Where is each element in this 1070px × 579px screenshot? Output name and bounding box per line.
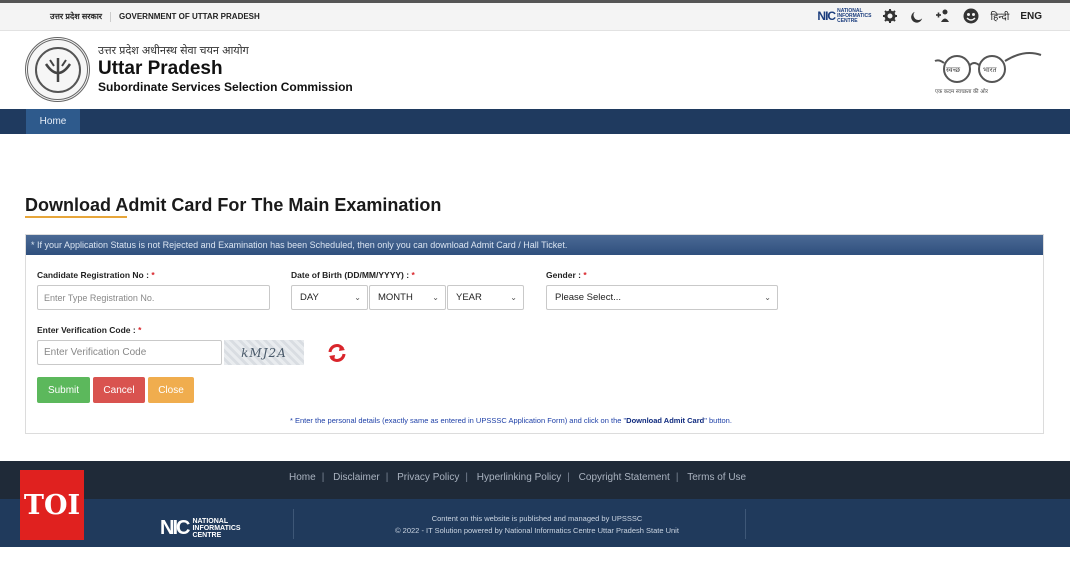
nic-footer-logo[interactable]: NIC NATIONAL INFORMATICS CENTRE xyxy=(160,517,241,540)
lang-english-link[interactable]: ENG xyxy=(1020,11,1042,22)
footer-credits: Content on this website is published and… xyxy=(395,514,679,535)
status-notice: * If your Application Status is not Reje… xyxy=(26,235,1043,255)
main-nav: Home xyxy=(0,109,1070,134)
lang-hindi-link[interactable]: हिन्दी xyxy=(990,9,1009,23)
top-bar: उत्तर प्रदेश सरकार GOVERNMENT OF UTTAR PR… xyxy=(0,0,1070,31)
gov-english-link[interactable]: GOVERNMENT OF UTTAR PRADESH xyxy=(119,12,260,21)
registration-label: Candidate Registration No : * xyxy=(37,270,155,280)
chevron-down-icon: ⌄ xyxy=(354,293,361,302)
verification-code-label: Enter Verification Code : * xyxy=(37,325,142,335)
footer-link-copyright[interactable]: Copyright Statement xyxy=(579,472,670,483)
nic-logo-small[interactable]: NIC NATIONAL INFORMATICS CENTRE xyxy=(817,8,871,24)
gov-links: उत्तर प्रदेश सरकार GOVERNMENT OF UTTAR PR… xyxy=(50,11,268,22)
dob-year-select[interactable]: YEAR ⌄ xyxy=(447,285,524,310)
footer-link-terms[interactable]: Terms of Use xyxy=(687,472,746,483)
chevron-down-icon: ⌄ xyxy=(510,293,517,302)
dob-label: Date of Birth (DD/MM/YYYY) : * xyxy=(291,270,415,280)
refresh-captcha-icon[interactable] xyxy=(326,342,348,370)
page-title: Download Admit Card For The Main Examina… xyxy=(25,195,442,215)
close-button[interactable]: Close xyxy=(148,377,194,403)
dob-day-select[interactable]: DAY ⌄ xyxy=(291,285,368,310)
footer-links-bar: Home | Disclaimer | Privacy Policy | Hyperl… xyxy=(0,461,1070,499)
footer-link-disclaimer[interactable]: Disclaimer xyxy=(333,472,380,483)
footer-links: Home | Disclaimer | Privacy Policy | Hyperl… xyxy=(289,472,747,483)
top-tools: NIC NATIONAL INFORMATICS CENTRE हिन्दी ENG xyxy=(817,8,1042,24)
footer-divider xyxy=(293,509,294,539)
gender-select[interactable]: Please Select... ⌄ xyxy=(546,285,778,310)
gov-hindi-link[interactable]: उत्तर प्रदेश सरकार xyxy=(50,12,102,21)
emblem-icon xyxy=(34,46,81,93)
admit-card-form: * If your Application Status is not Reje… xyxy=(25,234,1044,434)
dob-month-select[interactable]: MONTH ⌄ xyxy=(369,285,446,310)
footer-link-hyperlinking[interactable]: Hyperlinking Policy xyxy=(477,472,561,483)
brand-hindi-title: उत्तर प्रदेश अधीनस्थ सेवा चयन आयोग xyxy=(98,45,249,57)
brand-subtitle: Subordinate Services Selection Commissio… xyxy=(98,80,353,94)
site-header: उत्तर प्रदेश अधीनस्थ सेवा चयन आयोग Uttar… xyxy=(0,31,1070,109)
submit-button[interactable]: Submit xyxy=(37,377,90,403)
footer-link-home[interactable]: Home xyxy=(289,472,316,483)
footer-info: NIC NATIONAL INFORMATICS CENTRE Content on… xyxy=(0,499,1070,547)
footer-divider xyxy=(745,509,746,539)
nav-home[interactable]: Home xyxy=(26,109,80,134)
swachh-bharat-logo: स्वच्छ भारत एक कदम स्वच्छता की ओर xyxy=(929,41,1044,99)
contrast-icon[interactable] xyxy=(963,8,979,24)
footer-link-privacy[interactable]: Privacy Policy xyxy=(397,472,459,483)
moon-icon[interactable] xyxy=(909,8,925,24)
gear-icon[interactable] xyxy=(882,8,898,24)
form-instructions: * Enter the personal details (exactly sa… xyxy=(290,416,732,425)
chevron-down-icon: ⌄ xyxy=(764,293,771,302)
brand-title: Uttar Pradesh xyxy=(98,58,223,79)
registration-input[interactable]: Enter Type Registration No. xyxy=(37,285,270,310)
gender-label: Gender : * xyxy=(546,270,587,280)
upsssc-emblem[interactable] xyxy=(25,37,90,102)
accessibility-icon[interactable] xyxy=(936,8,952,24)
chevron-down-icon: ⌄ xyxy=(432,293,439,302)
verification-code-input[interactable]: Enter Verification Code xyxy=(37,340,222,365)
title-underline xyxy=(25,216,127,218)
brand-text: उत्तर प्रदेश अधीनस्थ सेवा चयन आयोग Uttar… xyxy=(98,43,353,94)
toi-watermark: TOI xyxy=(20,470,84,540)
captcha-image: kMJ2A xyxy=(224,340,304,365)
cancel-button[interactable]: Cancel xyxy=(93,377,145,403)
